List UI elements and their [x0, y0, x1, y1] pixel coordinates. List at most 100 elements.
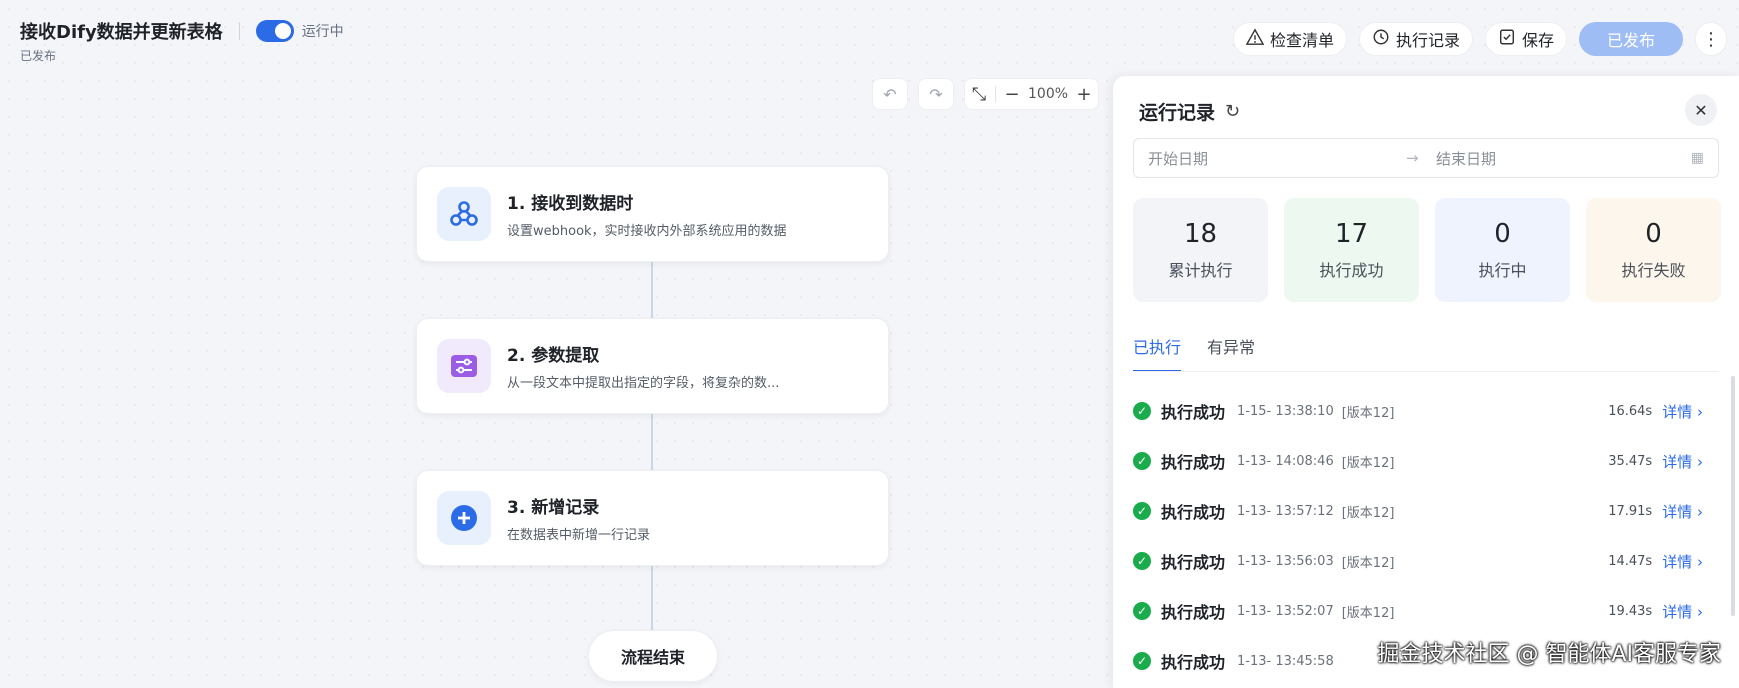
fit-view-icon[interactable]: ⤡ — [971, 84, 987, 105]
stat-label: 执行成功 — [1319, 261, 1384, 280]
panel-title-text: 运行记录 — [1139, 102, 1216, 124]
stat-card-total: 18 累计执行 — [1133, 198, 1268, 302]
save-button[interactable]: 保存 — [1484, 22, 1567, 56]
record-status: 执行成功 — [1161, 503, 1226, 522]
stat-card-running: 0 执行中 — [1435, 198, 1570, 302]
zoom-out-icon[interactable]: − — [1004, 84, 1020, 105]
webhook-icon — [437, 187, 491, 241]
record-version: [版本12] — [1341, 455, 1395, 471]
date-end-input[interactable]: 结束日期 — [1436, 148, 1691, 169]
header-actions: 检查清单 执行记录 保存 已发布 ⋮ — [1232, 22, 1727, 56]
record-tabs: 已执行 有异常 — [1133, 334, 1255, 372]
flow-node-param-extract[interactable]: 2. 参数提取 从一段文本中提取出指定的字段，将复杂的数... — [416, 318, 889, 414]
calendar-icon[interactable]: ▦ — [1691, 150, 1704, 166]
stat-value: 17 — [1334, 219, 1369, 249]
stat-value: 18 — [1183, 219, 1218, 249]
arrow-right-icon: → — [1406, 149, 1419, 167]
plus-icon — [437, 491, 491, 545]
record-time: 1-13- 13:45:58 — [1237, 653, 1334, 669]
canvas-toolbar: ↶ ↷ ⤡ − 100% + — [872, 78, 1100, 110]
refresh-icon[interactable]: ↻ — [1225, 101, 1240, 122]
undo-button[interactable]: ↶ — [872, 78, 908, 110]
stat-label: 执行中 — [1478, 261, 1527, 280]
record-status: 执行成功 — [1161, 403, 1226, 422]
record-detail-link[interactable]: 详情 › — [1662, 451, 1703, 472]
record-detail-link[interactable]: 详情 › — [1662, 551, 1703, 572]
history-button[interactable]: 执行记录 — [1358, 22, 1473, 56]
node-desc: 从一段文本中提取出指定的字段，将复杂的数... — [507, 376, 780, 391]
stat-label: 执行失败 — [1621, 261, 1686, 280]
record-version: [版本12] — [1341, 405, 1395, 421]
record-detail-link[interactable]: 详情 › — [1662, 401, 1703, 422]
success-check-icon: ✓ — [1133, 452, 1151, 470]
tab-abnormal[interactable]: 有异常 — [1207, 334, 1255, 372]
record-row[interactable]: ✓ 执行成功 1-13- 13:52:07 [版本12] 19.43s 详情 › — [1133, 586, 1703, 636]
flow-connector — [651, 414, 653, 472]
node-desc: 设置webhook，实时接收内外部系统应用的数据 — [507, 224, 787, 239]
stat-label: 累计执行 — [1168, 261, 1233, 280]
record-version: [版本12] — [1341, 505, 1395, 521]
records-scrollbar[interactable] — [1731, 376, 1735, 616]
flow-end-node[interactable]: 流程结束 — [588, 630, 718, 682]
node-text: 2. 参数提取 从一段文本中提取出指定的字段，将复杂的数... — [507, 341, 779, 391]
publish-button[interactable]: 已发布 — [1579, 22, 1683, 56]
record-duration: 17.91s — [1608, 503, 1653, 519]
record-detail-link[interactable]: 详情 › — [1662, 601, 1703, 622]
record-time: 1-13- 13:56:03 — [1237, 553, 1334, 569]
record-version: [版本12] — [1341, 555, 1395, 571]
more-menu-button[interactable]: ⋮ — [1695, 22, 1727, 56]
stat-card-failed: 0 执行失败 — [1586, 198, 1721, 302]
run-toggle[interactable] — [255, 20, 294, 42]
zoom-in-icon[interactable]: + — [1076, 84, 1092, 105]
zoom-level: 100% — [1028, 86, 1069, 102]
record-time: 1-13- 14:08:46 — [1237, 453, 1334, 469]
success-check-icon: ✓ — [1133, 602, 1151, 620]
sliders-icon — [437, 339, 491, 393]
toggle-knob — [274, 23, 291, 39]
record-row[interactable]: ✓ 执行成功 1-13- 14:08:46 [版本12] 35.47s 详情 › — [1133, 436, 1703, 486]
stats-row: 18 累计执行 17 执行成功 0 执行中 0 执行失败 — [1133, 198, 1721, 302]
record-status: 执行成功 — [1161, 553, 1226, 572]
credit-watermark: 掘金技术社区 @ 智能体AI客服专家 — [1377, 642, 1721, 667]
record-detail-link[interactable]: 详情 › — [1662, 501, 1703, 522]
history-icon — [1372, 28, 1390, 50]
run-history-panel: 运行记录 ↻ ✕ 开始日期 → 结束日期 ▦ 18 累计执行 17 执行成功 0… — [1113, 76, 1739, 688]
publish-status: 已发布 — [20, 49, 57, 63]
stat-card-success: 17 执行成功 — [1284, 198, 1419, 302]
date-range-picker[interactable]: 开始日期 → 结束日期 ▦ — [1133, 138, 1719, 178]
node-title: 2. 参数提取 — [507, 346, 600, 366]
success-check-icon: ✓ — [1133, 652, 1151, 670]
record-version: [版本12] — [1341, 605, 1395, 621]
stat-value: 0 — [1494, 219, 1511, 249]
panel-title: 运行记录 ↻ — [1139, 98, 1240, 125]
checklist-button[interactable]: 检查清单 — [1232, 22, 1347, 56]
run-status-label: 运行中 — [301, 24, 344, 40]
success-check-icon: ✓ — [1133, 552, 1151, 570]
tab-executed[interactable]: 已执行 — [1133, 334, 1182, 372]
success-check-icon: ✓ — [1133, 502, 1151, 520]
node-text: 1. 接收到数据时 设置webhook，实时接收内外部系统应用的数据 — [507, 189, 787, 239]
record-time: 1-13- 13:57:12 — [1237, 503, 1334, 519]
record-row[interactable]: ✓ 执行成功 1-13- 13:57:12 [版本12] 17.91s 详情 › — [1133, 486, 1703, 536]
record-duration: 14.47s — [1608, 553, 1653, 569]
record-status: 执行成功 — [1161, 653, 1226, 672]
record-row[interactable]: ✓ 执行成功 1-13- 13:56:03 [版本12] 14.47s 详情 › — [1133, 536, 1703, 586]
record-duration: 19.43s — [1608, 603, 1653, 619]
undo-icon: ↶ — [883, 84, 897, 104]
app-title[interactable]: 接收Dify数据并更新表格 — [20, 18, 223, 44]
flow-node-webhook[interactable]: 1. 接收到数据时 设置webhook，实时接收内外部系统应用的数据 — [416, 166, 889, 262]
node-text: 3. 新增记录 在数据表中新增一行记录 — [507, 493, 650, 543]
redo-button[interactable]: ↷ — [918, 78, 954, 110]
close-button[interactable]: ✕ — [1685, 94, 1717, 126]
flow-connector — [651, 262, 653, 320]
stat-value: 0 — [1645, 219, 1662, 249]
title-row: 接收Dify数据并更新表格 运行中 — [20, 18, 344, 44]
warning-icon — [1245, 28, 1265, 50]
date-start-input[interactable]: 开始日期 — [1148, 148, 1406, 169]
save-label: 保存 — [1521, 31, 1554, 50]
redo-icon: ↷ — [929, 84, 943, 104]
record-status: 执行成功 — [1161, 603, 1226, 622]
record-row[interactable]: ✓ 执行成功 1-15- 13:38:10 [版本12] 16.64s 详情 › — [1133, 386, 1703, 436]
checklist-label: 检查清单 — [1269, 31, 1334, 50]
flow-node-add-record[interactable]: 3. 新增记录 在数据表中新增一行记录 — [416, 470, 889, 566]
